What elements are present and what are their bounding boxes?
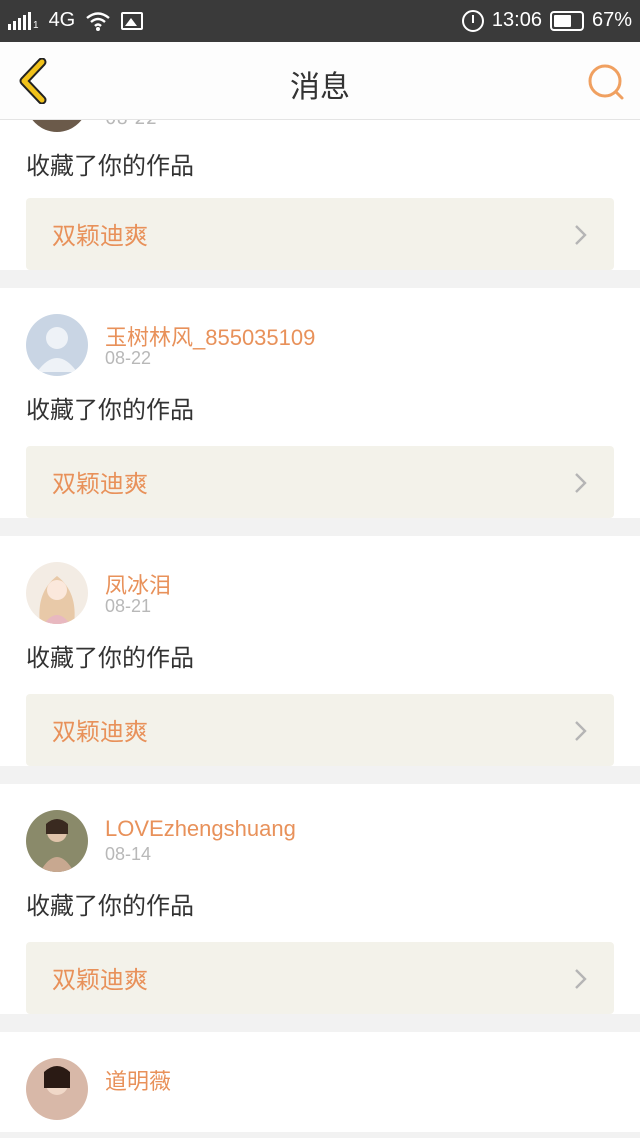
message-card: 玉树林风_855035109 08-22 收藏了你的作品 双颖迪爽 — [0, 288, 640, 518]
image-notification-icon — [121, 11, 144, 30]
work-link[interactable]: 双颖迪爽 — [26, 446, 614, 518]
chevron-right-icon — [575, 225, 587, 245]
avatar[interactable] — [26, 810, 88, 872]
network-type: 4G — [48, 9, 76, 31]
app-header: 消息 — [0, 42, 640, 120]
alarm-icon — [461, 9, 484, 32]
work-link[interactable]: 双颖迪爽 — [26, 198, 614, 270]
battery-icon — [549, 10, 584, 31]
avatar[interactable] — [26, 1058, 88, 1120]
status-bar: 1 4G 13:06 67% — [0, 0, 640, 42]
message-card: 道明薇 — [0, 1032, 640, 1132]
work-link[interactable]: 双颖迪爽 — [26, 694, 614, 766]
message-action-text: 收藏了你的作品 — [26, 892, 194, 920]
work-link[interactable]: 双颖迪爽 — [26, 942, 614, 1014]
message-action-text: 收藏了你的作品 — [26, 396, 194, 424]
username[interactable]: LOVEzhengshuang — [105, 816, 296, 842]
chevron-right-icon — [575, 721, 587, 741]
message-feed: 08-22 收藏了你的作品 双颖迪爽 玉树林风_855035109 08-22 … — [0, 70, 640, 1138]
status-time: 13:06 — [491, 9, 542, 31]
wifi-icon — [86, 11, 111, 31]
work-title: 双颖迪爽 — [52, 470, 148, 498]
message-card: 08-22 收藏了你的作品 双颖迪爽 — [0, 70, 640, 270]
work-title: 双颖迪爽 — [52, 966, 148, 994]
username[interactable]: 道明薇 — [105, 1064, 171, 1096]
message-action-text: 收藏了你的作品 — [26, 152, 194, 180]
search-icon[interactable] — [586, 62, 626, 102]
work-title: 双颖迪爽 — [52, 718, 148, 746]
message-date: 08-21 — [105, 596, 152, 616]
signal-icon — [8, 11, 31, 30]
message-action-text: 收藏了你的作品 — [26, 644, 194, 672]
chevron-right-icon — [575, 473, 587, 493]
work-title: 双颖迪爽 — [52, 222, 148, 250]
avatar[interactable] — [26, 314, 88, 376]
chevron-right-icon — [575, 969, 587, 989]
message-date: 08-22 — [105, 348, 152, 368]
message-card: LOVEzhengshuang 08-14 收藏了你的作品 双颖迪爽 — [0, 784, 640, 1014]
avatar[interactable] — [26, 562, 88, 624]
page-title: 消息 — [290, 70, 350, 105]
message-card: 凤冰泪 08-21 收藏了你的作品 双颖迪爽 — [0, 536, 640, 766]
battery-percent: 67% — [591, 9, 632, 31]
message-date: 08-14 — [105, 844, 152, 864]
